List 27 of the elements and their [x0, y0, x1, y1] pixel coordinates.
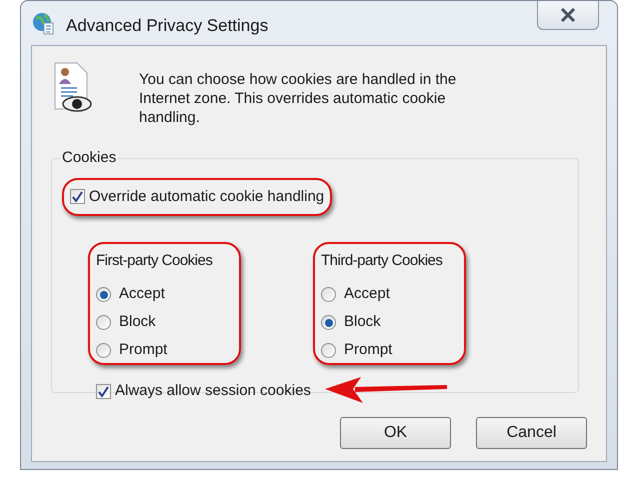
radio-button[interactable]: [96, 343, 111, 358]
option-label[interactable]: Block: [119, 311, 156, 334]
group-title: Cookies: [61, 148, 118, 168]
window-title: Advanced Privacy Settings: [66, 15, 268, 37]
radio-button[interactable]: [96, 287, 111, 302]
close-button[interactable]: [537, 1, 599, 30]
radio-button[interactable]: [321, 287, 336, 302]
group-heading: Third-party Cookies: [321, 251, 444, 271]
option-label[interactable]: Prompt: [344, 339, 392, 362]
radio-button[interactable]: [321, 315, 336, 330]
radio-button[interactable]: [321, 343, 336, 358]
checkbox[interactable]: [96, 384, 111, 398]
option-label[interactable]: Always allow session cookies: [115, 380, 311, 402]
option-label[interactable]: Accept: [119, 283, 165, 306]
radio-button[interactable]: [96, 315, 111, 330]
document-eye-icon: [53, 62, 93, 112]
dialog-button[interactable]: Cancel: [476, 417, 587, 449]
option-label[interactable]: Override automatic cookie handling: [89, 186, 324, 208]
close-icon: [560, 8, 576, 22]
option-label[interactable]: Prompt: [119, 339, 168, 362]
globe-icon: [31, 11, 55, 35]
group-heading: First-party Cookies: [96, 251, 214, 271]
option-label[interactable]: Block: [344, 311, 381, 334]
dialog-button[interactable]: OK: [340, 417, 451, 449]
intro-text: You can choose how cookies are handled in the Internet zone. This overrides automatic cookie handling.: [139, 70, 458, 127]
option-label[interactable]: Accept: [344, 283, 390, 306]
checkbox[interactable]: [70, 189, 85, 204]
